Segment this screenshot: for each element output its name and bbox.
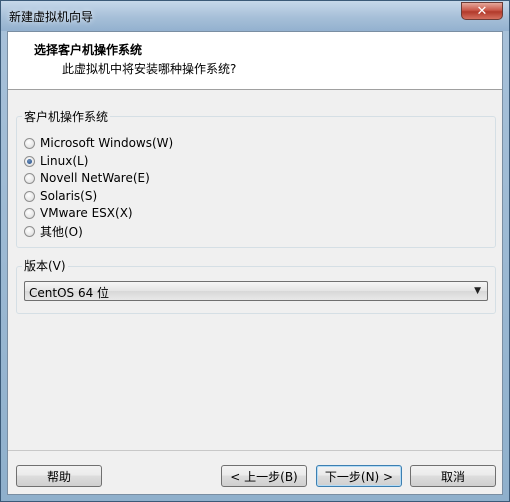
footer-divider [8, 450, 502, 451]
version-selected-value: CentOS 64 位 [29, 286, 110, 300]
version-dropdown[interactable]: CentOS 64 位 ▼ [24, 281, 488, 301]
help-button[interactable]: 帮助 [16, 465, 102, 487]
next-button[interactable]: 下一步(N) > [316, 465, 402, 487]
window-title: 新建虚拟机向导 [9, 10, 94, 24]
wizard-window: 新建虚拟机向导 ✕ 选择客户机操作系统 此虚拟机中将安装哪种操作系统? 客户机操… [0, 0, 510, 502]
radio-button-icon[interactable] [24, 137, 35, 149]
radio-os-solaris[interactable]: Solaris(S) [24, 188, 97, 204]
page-subtitle: 此虚拟机中将安装哪种操作系统? [62, 62, 237, 76]
radio-label: VMware ESX(X) [40, 206, 133, 220]
header-panel: 选择客户机操作系统 此虚拟机中将安装哪种操作系统? [8, 32, 502, 90]
radio-button-icon[interactable] [24, 172, 35, 184]
radio-os-netware[interactable]: Novell NetWare(E) [24, 170, 150, 186]
page-title: 选择客户机操作系统 [34, 43, 143, 57]
radio-os-linux[interactable]: Linux(L) [24, 153, 88, 169]
close-icon: ✕ [476, 4, 488, 19]
title-bar[interactable]: 新建虚拟机向导 ✕ [1, 1, 509, 31]
chevron-down-icon[interactable]: ▼ [474, 286, 481, 296]
radio-button-icon[interactable] [24, 207, 35, 219]
version-group-label: 版本(V) [22, 257, 68, 274]
radio-label: Solaris(S) [40, 189, 98, 203]
dialog-client-area: 选择客户机操作系统 此虚拟机中将安装哪种操作系统? 客户机操作系统 Micros… [7, 31, 503, 495]
radio-label: 其他(O) [40, 224, 83, 239]
radio-button-checked-icon[interactable] [24, 155, 35, 167]
radio-button-icon[interactable] [24, 225, 35, 237]
radio-os-other[interactable]: 其他(O) [24, 223, 83, 239]
guest-os-group-label: 客户机操作系统 [22, 108, 111, 125]
radio-label: Novell NetWare(E) [40, 171, 150, 185]
radio-label: Microsoft Windows(W) [40, 136, 174, 150]
close-button[interactable]: ✕ [461, 2, 503, 20]
radio-os-windows[interactable]: Microsoft Windows(W) [24, 135, 173, 151]
radio-button-icon[interactable] [24, 190, 35, 202]
back-button[interactable]: < 上一步(B) [221, 465, 307, 487]
radio-os-vmware-esx[interactable]: VMware ESX(X) [24, 205, 133, 221]
cancel-button[interactable]: 取消 [410, 465, 496, 487]
radio-label: Linux(L) [40, 154, 89, 168]
